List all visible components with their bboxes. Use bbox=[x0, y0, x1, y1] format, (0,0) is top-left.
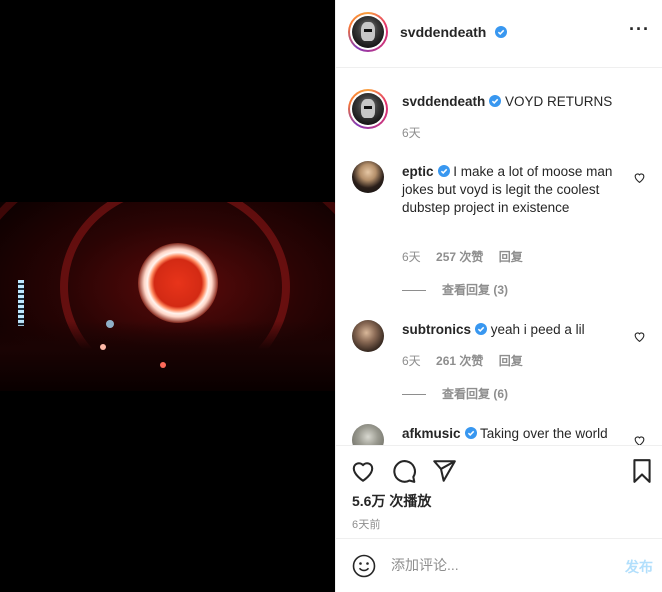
heart-icon[interactable] bbox=[350, 458, 376, 484]
comment-likes[interactable]: 257 次赞 bbox=[436, 250, 483, 264]
commenter-avatar[interactable] bbox=[352, 161, 384, 193]
light-ring bbox=[138, 243, 218, 323]
commenter-avatar[interactable] bbox=[352, 424, 384, 445]
post-viewer: svddendeath ··· svddendeath VOYD RETURNS… bbox=[0, 0, 662, 592]
emoji-icon[interactable] bbox=[352, 554, 376, 578]
reply-button[interactable]: 回复 bbox=[499, 250, 523, 264]
author-avatar[interactable] bbox=[348, 12, 388, 52]
heart-icon[interactable] bbox=[633, 330, 646, 343]
commenter-username[interactable]: subtronics bbox=[402, 322, 471, 337]
comment-text: afkmusic Taking over the world bbox=[402, 425, 632, 443]
verified-icon bbox=[494, 26, 507, 38]
commenter-username[interactable]: eptic bbox=[402, 164, 434, 179]
share-icon[interactable] bbox=[431, 458, 457, 484]
verified-icon bbox=[475, 323, 488, 335]
post-time: 6天前 bbox=[352, 519, 381, 531]
caption-time: 6天 bbox=[402, 126, 421, 140]
more-icon[interactable]: ··· bbox=[629, 20, 649, 42]
view-replies-button[interactable]: 查看回复 (3) bbox=[402, 281, 508, 298]
comment-icon[interactable] bbox=[391, 458, 417, 484]
post-panel: svddendeath ··· svddendeath VOYD RETURNS… bbox=[335, 0, 662, 592]
verified-icon bbox=[489, 95, 502, 107]
stage-light bbox=[100, 344, 106, 350]
view-replies-button[interactable]: 查看回复 (6) bbox=[402, 385, 508, 402]
view-count[interactable]: 5.6万 次播放 bbox=[352, 491, 431, 511]
caption-body: VOYD RETURNS bbox=[505, 94, 613, 109]
reply-button[interactable]: 回复 bbox=[499, 354, 523, 368]
post-header: svddendeath ··· bbox=[336, 0, 662, 68]
comment-body: yeah i peed a lil bbox=[490, 322, 585, 337]
comment-meta: 6天 257 次赞 回复 bbox=[402, 248, 535, 265]
commenter-avatar[interactable] bbox=[352, 320, 384, 352]
add-comment-bar: 发布 bbox=[336, 538, 662, 592]
comment-meta: 6天 261 次赞 回复 bbox=[402, 352, 535, 369]
author-name-row: svddendeath bbox=[400, 24, 507, 42]
heart-icon[interactable] bbox=[633, 434, 646, 445]
caption-text: svddendeath VOYD RETURNS bbox=[402, 93, 617, 111]
media-pane bbox=[0, 0, 335, 592]
stage-floor bbox=[0, 321, 335, 391]
stage-light bbox=[106, 320, 114, 328]
author-avatar[interactable] bbox=[348, 89, 388, 129]
verified-icon bbox=[464, 427, 477, 439]
comment-text: eptic I make a lot of moose man jokes bu… bbox=[402, 163, 617, 217]
comment-body: Taking over the world bbox=[480, 426, 608, 441]
video-player[interactable] bbox=[0, 202, 335, 391]
caption-username[interactable]: svddendeath bbox=[402, 94, 485, 109]
author-username[interactable]: svddendeath bbox=[400, 24, 486, 40]
comment-likes[interactable]: 261 次赞 bbox=[436, 354, 483, 368]
heart-icon[interactable] bbox=[633, 171, 646, 184]
stage-light bbox=[160, 362, 166, 368]
comment-time: 6天 bbox=[402, 354, 421, 368]
comment-time: 6天 bbox=[402, 250, 421, 264]
action-bar: 5.6万 次播放 6天前 bbox=[336, 445, 662, 538]
verified-icon bbox=[437, 165, 450, 177]
led-strip bbox=[18, 280, 24, 326]
bookmark-icon[interactable] bbox=[629, 458, 655, 484]
comments-list[interactable]: svddendeath VOYD RETURNS 6天 eptic I make… bbox=[336, 69, 662, 445]
post-button[interactable]: 发布 bbox=[625, 557, 653, 577]
commenter-username[interactable]: afkmusic bbox=[402, 426, 461, 441]
comment-text: subtronics yeah i peed a lil bbox=[402, 321, 617, 339]
comment-input[interactable] bbox=[391, 557, 611, 573]
